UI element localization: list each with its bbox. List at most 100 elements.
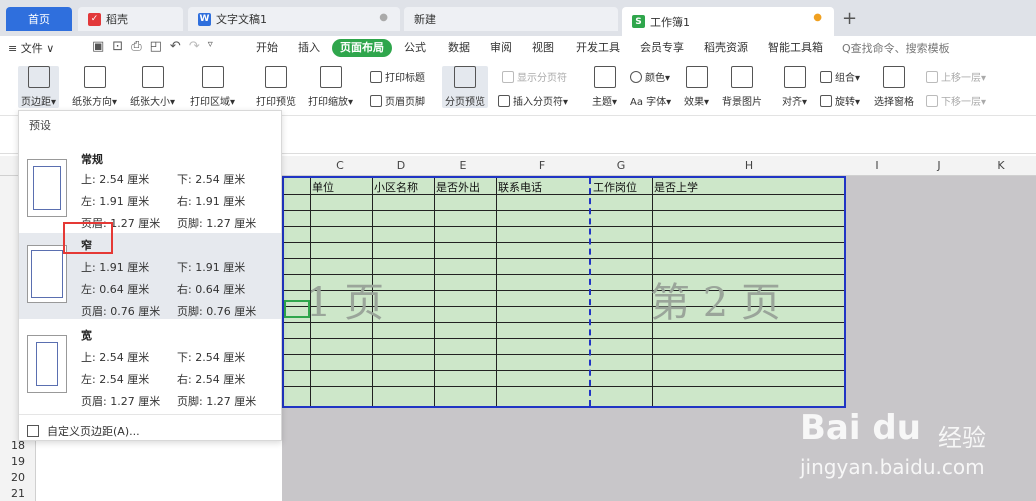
grid-line — [284, 258, 844, 259]
new-tab-button[interactable]: + — [842, 8, 857, 29]
file-menu[interactable]: ≡ 文件 ∨ — [8, 40, 54, 56]
margins-dropdown: 预设 常规 上: 2.54 厘米 下: 2.54 厘米 左: 1.91 厘米 右… — [18, 110, 282, 441]
selected-cell[interactable] — [284, 300, 310, 318]
custom-margins-item[interactable]: 自定义页边距(A)... — [27, 423, 140, 439]
rotate-button[interactable]: 旋转▾ — [820, 93, 860, 108]
align-button[interactable]: 对齐▾ — [782, 66, 807, 108]
save-icon[interactable]: ▣ — [92, 39, 104, 54]
tab-insert[interactable]: 插入 — [294, 39, 324, 57]
column-header-k[interactable]: K — [970, 159, 1032, 172]
tab-formulas[interactable]: 公式 — [400, 39, 430, 57]
tab-developer[interactable]: 开发工具 — [572, 39, 624, 57]
print-scale-label: 打印缩放▾ — [308, 97, 354, 108]
print-icon[interactable]: ⎙ — [131, 39, 141, 54]
theme-button[interactable]: 主题▾ — [592, 66, 617, 108]
command-search[interactable]: Q查找命令、搜索模板 — [842, 40, 950, 56]
insert-page-break-button[interactable]: 插入分页符▾ — [498, 93, 568, 108]
header-cell-away[interactable]: 是否外出 — [436, 179, 480, 195]
tab-view[interactable]: 视图 — [528, 39, 558, 57]
tab-start[interactable]: 开始 — [252, 39, 282, 57]
tab-smart-tools[interactable]: 智能工具箱 — [764, 39, 827, 57]
redo-icon[interactable]: ↷ — [189, 39, 200, 54]
custom-margins-icon — [27, 425, 39, 437]
colors-button[interactable]: 颜色▾ — [630, 69, 670, 84]
baidu-jingyan-watermark: 经验 — [938, 424, 986, 452]
orientation-button[interactable]: 纸张方向▾ — [72, 66, 117, 108]
header-cell-job[interactable]: 工作岗位 — [593, 179, 637, 195]
align-icon — [783, 66, 806, 88]
column-header-c[interactable]: C — [310, 159, 370, 172]
margins-button[interactable]: 页边距▾ — [18, 66, 60, 108]
preview-icon[interactable]: ◰ — [150, 39, 162, 54]
paper-size-button[interactable]: 纸张大小▾ — [130, 66, 175, 108]
row-header-21[interactable]: 21 — [0, 487, 36, 500]
preset-value: 左: 1.91 厘米 — [81, 195, 150, 208]
page-2-watermark: 第 2 页 — [650, 280, 781, 326]
rotate-label: 旋转▾ — [835, 97, 861, 108]
bring-forward-button[interactable]: 上移一层▾ — [926, 69, 986, 84]
header-cell-community[interactable]: 小区名称 — [374, 179, 418, 195]
page-break-line[interactable] — [589, 178, 591, 406]
column-header-h[interactable]: H — [652, 159, 846, 172]
preset-value: 页脚: 0.76 厘米 — [177, 305, 257, 318]
tab-page-layout[interactable]: 页面布局 — [332, 39, 392, 57]
theme-label: 主题▾ — [592, 97, 618, 108]
preset-narrow[interactable]: 窄 上: 1.91 厘米 下: 1.91 厘米 左: 0.64 厘米 右: 0.… — [19, 233, 281, 319]
column-header-i[interactable]: I — [846, 159, 908, 172]
row-header-20[interactable]: 20 — [0, 471, 36, 484]
tab-data[interactable]: 数据 — [444, 39, 474, 57]
colors-label: 颜色▾ — [645, 73, 671, 84]
margin-normal-icon — [27, 159, 67, 217]
preset-value: 右: 2.54 厘米 — [177, 373, 246, 386]
print-preview-button[interactable]: 打印预览 — [256, 66, 296, 108]
preset-normal[interactable]: 常规 上: 2.54 厘米 下: 2.54 厘米 左: 1.91 厘米 右: 1… — [19, 147, 281, 233]
undo-icon[interactable]: ↶ — [170, 39, 181, 54]
divider — [19, 414, 281, 415]
effects-button[interactable]: 效果▾ — [684, 66, 709, 108]
tab-home[interactable]: 首页 — [6, 7, 72, 31]
tab-new[interactable]: 新建 — [404, 7, 618, 31]
header-cell-school[interactable]: 是否上学 — [654, 179, 698, 195]
print-scale-button[interactable]: 打印缩放▾ — [308, 66, 353, 108]
header-cell-phone[interactable]: 联系电话 — [498, 179, 542, 195]
preset-value: 上: 2.54 厘米 — [81, 351, 150, 364]
column-header-f[interactable]: F — [494, 159, 590, 172]
tab-daoke[interactable]: ✓ 稻壳 — [78, 7, 183, 31]
margins-icon — [27, 66, 50, 88]
print-page-area[interactable]: 单位 小区名称 是否外出 联系电话 工作岗位 是否上学 1 页 第 2 页 — [282, 176, 846, 408]
custom-margins-label: 自定义页边距(A)... — [47, 425, 140, 438]
export-icon[interactable]: ⊡ — [112, 39, 123, 54]
chevron-down-icon[interactable]: ▿ — [208, 39, 213, 54]
show-page-breaks-checkbox[interactable]: 显示分页符 — [502, 69, 567, 84]
print-area-button[interactable]: 打印区域▾ — [190, 66, 235, 108]
tab-member[interactable]: 会员专享 — [636, 39, 688, 57]
rotate-icon — [820, 94, 832, 107]
send-backward-button[interactable]: 下移一层▾ — [926, 93, 986, 108]
bring-forward-icon — [926, 70, 938, 83]
background-image-button[interactable]: 背景图片 — [722, 66, 762, 108]
effects-icon — [685, 66, 708, 88]
page-break-preview-button[interactable]: 分页预览 — [442, 66, 488, 108]
tab-document[interactable]: W 文字文稿1 ● — [188, 7, 400, 31]
tab-workbook[interactable]: S 工作簿1 ● — [622, 7, 834, 36]
row-header-19[interactable]: 19 — [0, 455, 36, 468]
grid-line — [284, 354, 844, 355]
column-header-g[interactable]: G — [590, 159, 652, 172]
column-header-e[interactable]: E — [432, 159, 494, 172]
column-header-j[interactable]: J — [908, 159, 970, 172]
palette-icon — [630, 70, 642, 83]
preset-value: 页眉: 0.76 厘米 — [81, 305, 161, 318]
tab-review[interactable]: 审阅 — [486, 39, 516, 57]
align-label: 对齐▾ — [782, 97, 808, 108]
print-titles-button[interactable]: 打印标题 — [370, 69, 425, 84]
header-footer-button[interactable]: 页眉页脚 — [370, 93, 425, 108]
fonts-button[interactable]: Aa 字体▾ — [630, 93, 671, 108]
grid-line — [496, 178, 497, 406]
column-header-d[interactable]: D — [370, 159, 432, 172]
group-button[interactable]: 组合▾ — [820, 69, 860, 84]
header-cell-unit[interactable]: 单位 — [312, 179, 334, 195]
preset-wide[interactable]: 宽 上: 2.54 厘米 下: 2.54 厘米 左: 2.54 厘米 右: 2.… — [19, 323, 281, 409]
tab-bar: 首页 ✓ 稻壳 W 文字文稿1 ● 新建 S 工作簿1 ● + — [0, 0, 1036, 36]
selection-pane-button[interactable]: 选择窗格 — [874, 66, 914, 108]
tab-daoke-resources[interactable]: 稻壳资源 — [700, 39, 752, 57]
